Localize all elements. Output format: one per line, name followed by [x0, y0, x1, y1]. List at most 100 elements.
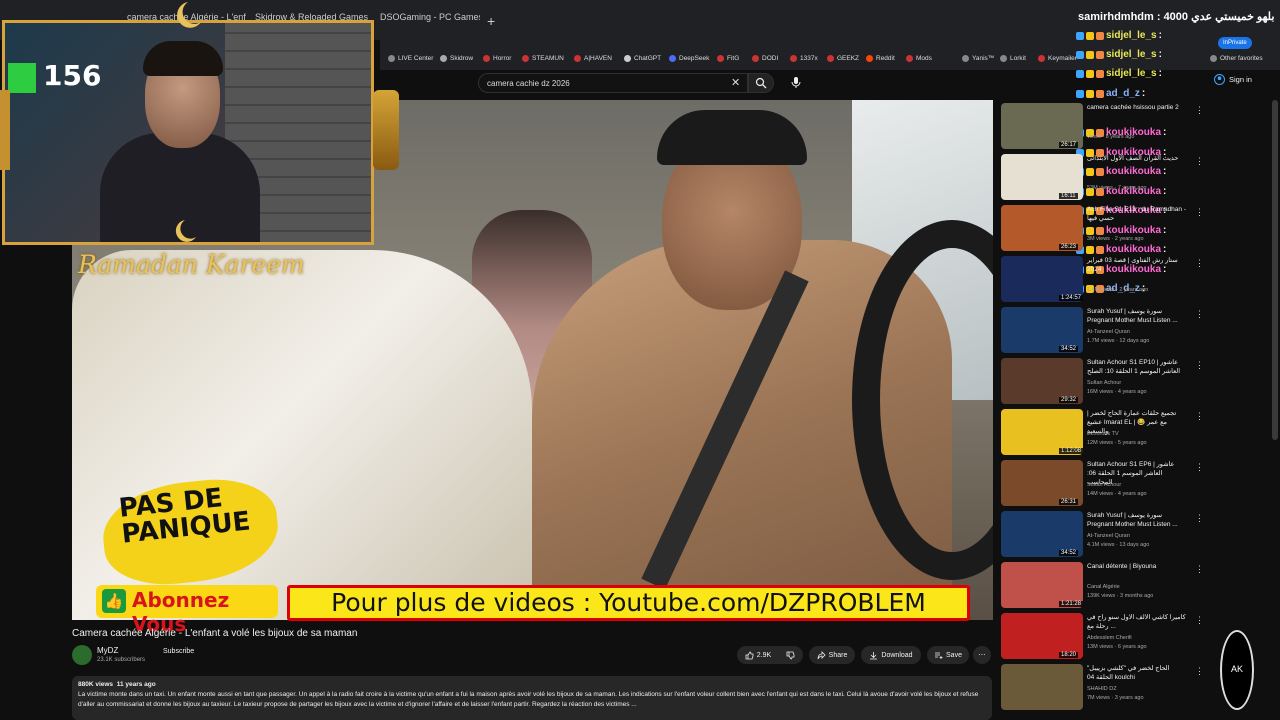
bookmark-label: Skidrow: [450, 55, 474, 62]
recommended-views: 16M views · 4 years ago: [1087, 389, 1147, 395]
recommended-views: 7M views · 3 years ago: [1087, 695, 1144, 701]
more-options-icon[interactable]: ⋮: [1195, 666, 1204, 677]
crescent-moon-icon: [175, 220, 196, 242]
bookmark-dodi[interactable]: DODI: [752, 55, 778, 62]
recommended-views: 53M views · 7 years ago: [1087, 185, 1147, 191]
inprivate-badge[interactable]: InPrivate: [1218, 37, 1252, 49]
more-options-icon[interactable]: ⋮: [1195, 360, 1204, 371]
recommended-video[interactable]: 34:52 Surah Yusuf | سورة يوسف Pregnant Mo…: [1001, 307, 1204, 355]
bookmark-mods[interactable]: Mods: [906, 55, 932, 62]
search-button[interactable]: [748, 73, 774, 93]
bookmark-other-favorites[interactable]: Other favorites: [1210, 55, 1263, 62]
video-duration: 34:52: [1059, 346, 1079, 352]
more-options-icon[interactable]: ⋮: [1195, 207, 1204, 218]
recommended-channel[interactable]: Sultan Achour: [1087, 482, 1121, 488]
video-duration: 16:11: [1059, 193, 1078, 199]
bookmark-skidrow[interactable]: Skidrow: [440, 55, 473, 62]
recommended-video[interactable]: 18:20 كاميرا كاشي الالف الاول سنو راح في …: [1001, 613, 1204, 661]
recommended-channel[interactable]: At-Tanzeel Quran: [1087, 329, 1130, 335]
chat-badge-icon: [1096, 31, 1104, 40]
microphone-icon[interactable]: [789, 75, 803, 89]
recommended-title[interactable]: Surah Yusuf | سورة يوسف Pregnant Mother …: [1087, 307, 1187, 325]
counter-badge: [8, 63, 36, 93]
recommended-video[interactable]: 26:23 Ach Fiha S1 E13 : du Ramadhan - حسي…: [1001, 205, 1204, 253]
recommended-title[interactable]: camera cachée hsissou partie 2: [1087, 103, 1187, 112]
recommended-title[interactable]: Surah Yusuf | سورة يوسف Pregnant Mother …: [1087, 511, 1187, 529]
channel-avatar[interactable]: [72, 645, 92, 665]
more-options-icon[interactable]: ⋮: [1195, 513, 1204, 524]
more-options-icon[interactable]: ⋮: [1195, 156, 1204, 167]
recommended-video[interactable]: 26:31 Sultan Achour S1 EP6 | عاشور العاشر…: [1001, 460, 1204, 508]
subscribe-button[interactable]: Subscribe: [163, 648, 194, 662]
bookmark-horror[interactable]: Horror: [483, 55, 511, 62]
more-options-icon[interactable]: ⋮: [1195, 258, 1204, 269]
recommended-views: 12M views · 5 years ago: [1087, 440, 1147, 446]
recommended-video[interactable]: 1:12:08 تجميع حلقات عمارة الحاج لخضر | عش…: [1001, 409, 1204, 457]
channel-name[interactable]: MyDZ: [97, 646, 118, 655]
save-label: Save: [946, 651, 962, 659]
bookmark-keymailer[interactable]: Keymailer: [1038, 55, 1077, 62]
thumbs-down-icon[interactable]: [786, 651, 795, 660]
video-thumbnail[interactable]: [1001, 664, 1083, 710]
bookmark-label: Horror: [493, 55, 512, 62]
driver-cap: [657, 110, 807, 165]
search-input[interactable]: camera cachie dz 2026: [478, 73, 748, 93]
recommended-title[interactable]: Sultan Achour S1 EP10 | عاشور العاشر الم…: [1087, 358, 1187, 376]
more-options-icon[interactable]: ⋮: [1195, 309, 1204, 320]
bookmark-yanis[interactable]: Yanis™: [962, 55, 994, 62]
recommended-channel[interactable]: Abdesslem Cherifi: [1087, 635, 1132, 641]
bookmark-deepseek[interactable]: DeepSeek: [669, 55, 709, 62]
recommended-video[interactable]: 26:17 camera cachée hsissou partie 2 views…: [1001, 103, 1204, 151]
recommended-video[interactable]: 34:52 Surah Yusuf | سورة يوسف Pregnant Mo…: [1001, 511, 1204, 559]
streamer-hair: [143, 41, 223, 76]
save-button[interactable]: Save: [927, 646, 969, 664]
more-options-icon[interactable]: ⋮: [1195, 105, 1204, 116]
recommended-video[interactable]: 29:32 Sultan Achour S1 EP10 | عاشور العاش…: [1001, 358, 1204, 406]
recommended-channel[interactable]: Canal Algérie: [1087, 584, 1120, 590]
share-button[interactable]: Share: [809, 646, 855, 664]
more-actions-icon[interactable]: ⋯: [973, 646, 991, 664]
upload-age: 11 years ago: [116, 681, 156, 688]
video-description[interactable]: 880K views 11 years ago La victime monte…: [72, 676, 992, 720]
recommended-channel[interactable]: Echorouk TV: [1087, 431, 1119, 437]
download-button[interactable]: Download: [861, 646, 921, 664]
recommended-title[interactable]: حدیث القرآن الصف الاول الابتدائی: [1087, 154, 1187, 163]
bookmark-1337x[interactable]: 1337x: [790, 55, 818, 62]
bookmark-reddit[interactable]: Reddit: [866, 55, 895, 62]
bookmark-fitg[interactable]: FitG: [717, 55, 739, 62]
recommended-video[interactable]: 1:24:57 ستار رش الفتاوى | قصة 03 فبراير 2…: [1001, 256, 1204, 304]
chat-message: sidjel_le_s:: [1076, 68, 1162, 79]
clear-search-icon[interactable]: ✕: [731, 76, 740, 89]
crescent-moon-icon: [177, 2, 201, 28]
recommended-views: 3M views · 2 years ago: [1087, 236, 1144, 242]
recommended-channel[interactable]: Sultan Achour: [1087, 380, 1121, 386]
recommended-title[interactable]: ستار رش الفتاوى | قصة 03 فبراير 2024: [1087, 256, 1187, 274]
recommended-title[interactable]: الحاج لخضر في "كلشي بزييبل" الحلقة 04 ko…: [1087, 664, 1187, 682]
more-options-icon[interactable]: ⋮: [1195, 564, 1204, 575]
more-options-icon[interactable]: ⋮: [1195, 411, 1204, 422]
recommendations-scrollbar[interactable]: [1272, 100, 1278, 440]
recommended-video[interactable]: 1:21:28 Canal détente | Biyouna Canal Algé…: [1001, 562, 1204, 610]
bookmark-lorkit[interactable]: Lorkit: [1000, 55, 1026, 62]
bookmark-chatgpt[interactable]: ChatGPT: [624, 55, 661, 62]
recommended-video[interactable]: الحاج لخضر في "كلشي بزييبل" الحلقة 04 ko…: [1001, 664, 1204, 712]
bookmark-label: DeepSeek: [679, 55, 710, 62]
recommended-title[interactable]: كاميرا كاشي الالف الاول سنو راح في رحلة …: [1087, 613, 1187, 631]
recommended-video[interactable]: 16:11 حدیث القرآن الصف الاول الابتدائی 53M…: [1001, 154, 1204, 202]
sign-in-button[interactable]: Sign in: [1214, 74, 1252, 85]
like-button[interactable]: 2.9K: [737, 646, 803, 664]
more-options-icon[interactable]: ⋮: [1195, 462, 1204, 473]
more-options-icon[interactable]: ⋮: [1195, 615, 1204, 626]
recommended-title[interactable]: Canal détente | Biyouna: [1087, 562, 1187, 571]
bookmark-ahaven[interactable]: A|HAVEN: [574, 55, 612, 62]
chat-badge-icon: [1086, 69, 1094, 78]
recommended-title[interactable]: Ach Fiha S1 E13 : du Ramadhan - حسي فيها: [1087, 205, 1187, 223]
bookmark-live-center[interactable]: LIVE Center: [388, 55, 433, 62]
recommended-channel[interactable]: SHAHID DZ: [1087, 686, 1117, 692]
recommended-channel[interactable]: At-Tanzeel Quran: [1087, 533, 1130, 539]
tab-dsogaming[interactable]: DSOGaming - PC Games News, S: [380, 12, 480, 32]
bookmark-geekz[interactable]: GEEKZ: [827, 55, 859, 62]
bookmark-label: FitG: [727, 55, 740, 62]
bookmark-steamun[interactable]: STEAMUN: [522, 55, 564, 62]
new-tab-icon[interactable]: +: [487, 13, 495, 29]
